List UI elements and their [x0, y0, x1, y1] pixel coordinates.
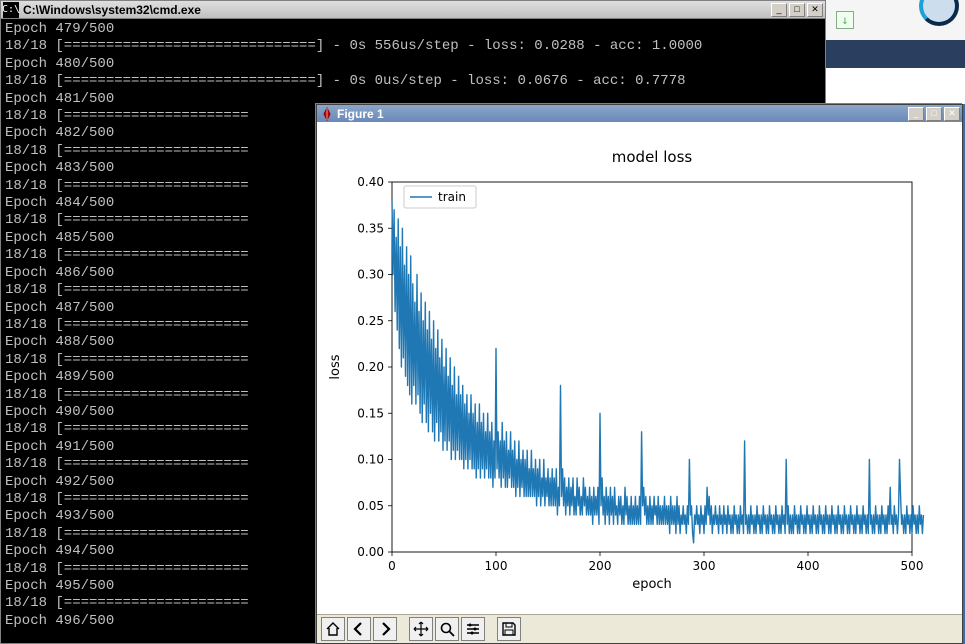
cmd-minimize-button[interactable]: _: [771, 3, 787, 17]
svg-text:0.40: 0.40: [357, 175, 384, 189]
figure-maximize-button[interactable]: □: [926, 107, 942, 121]
svg-text:0.35: 0.35: [357, 221, 384, 235]
toolbar-save-button[interactable]: [497, 617, 521, 641]
svg-text:0.10: 0.10: [357, 453, 384, 467]
svg-text:0.00: 0.00: [357, 545, 384, 559]
svg-text:train: train: [438, 190, 466, 204]
download-icon: ↓: [836, 11, 854, 29]
toolbar-configure-button[interactable]: [461, 617, 485, 641]
svg-text:0.20: 0.20: [357, 360, 384, 374]
svg-text:400: 400: [797, 559, 820, 573]
svg-text:loss: loss: [328, 354, 343, 379]
svg-text:0: 0: [388, 559, 396, 573]
toolbar-pan-button[interactable]: [409, 617, 433, 641]
svg-text:100: 100: [485, 559, 508, 573]
toolbar-forward-button[interactable]: [373, 617, 397, 641]
svg-text:0.30: 0.30: [357, 268, 384, 282]
figure-titlebar[interactable]: Figure 1 _ □ ✕: [317, 105, 962, 122]
svg-text:200: 200: [589, 559, 612, 573]
svg-text:0.25: 0.25: [357, 314, 384, 328]
background-browser-fragment: ↓: [826, 0, 965, 104]
cmd-maximize-button[interactable]: □: [789, 3, 805, 17]
svg-text:300: 300: [693, 559, 716, 573]
cmd-icon: C:\: [3, 2, 19, 18]
figure-canvas: 0.00 0.05 0.10 0.15 0.20 0.25 0.30 0.35 0.40 0 100…: [317, 122, 962, 614]
svg-text:epoch: epoch: [632, 577, 672, 592]
figure-toolbar: [317, 614, 962, 643]
cmd-titlebar[interactable]: C:\ C:\Windows\system32\cmd.exe _ □ ✕: [1, 1, 825, 19]
figure-window: Figure 1 _ □ ✕ 0.000.050.100.150.200.250…: [316, 104, 963, 644]
svg-text:0.05: 0.05: [357, 499, 384, 513]
svg-text:500: 500: [901, 559, 924, 573]
figure-close-button[interactable]: ✕: [944, 107, 960, 121]
tk-icon: [319, 106, 335, 122]
toolbar-home-button[interactable]: [321, 617, 345, 641]
figure-title: Figure 1: [337, 107, 908, 121]
figure-minimize-button[interactable]: _: [908, 107, 924, 121]
svg-text:0.15: 0.15: [357, 406, 384, 420]
svg-text:model loss: model loss: [612, 148, 693, 166]
toolbar-back-button[interactable]: [347, 617, 371, 641]
cmd-title: C:\Windows\system32\cmd.exe: [21, 3, 771, 17]
cmd-close-button[interactable]: ✕: [807, 3, 823, 17]
toolbar-zoom-button[interactable]: [435, 617, 459, 641]
